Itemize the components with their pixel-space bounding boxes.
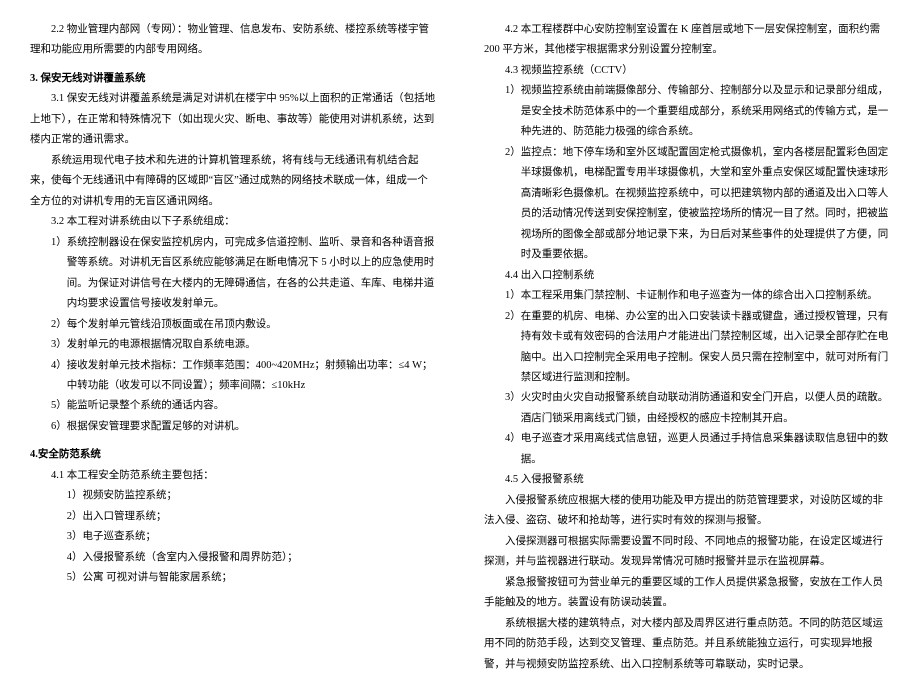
- list-item: 3）火灾时由火灾自动报警系统自动联动消防通道和安全门开启，以便人员的疏散。酒店门…: [484, 388, 890, 429]
- list-item: 6）根据保安管理要求配置足够的对讲机。: [30, 417, 436, 437]
- list-item: 5）公寓 可视对讲与智能家居系统；: [30, 568, 436, 588]
- left-column: 2.2 物业管理内部网（专网）：物业管理、信息发布、安防系统、楼控系统等楼宇管理…: [30, 20, 436, 675]
- heading-4-3: 4.3 视频监控系统（CCTV）: [484, 61, 890, 81]
- para-3-1: 3.1 保安无线对讲覆盖系统是满足对讲机在楼宇中 95%以上面积的正常通话（包括…: [30, 89, 436, 150]
- heading-3: 3. 保安无线对讲覆盖系统: [30, 69, 436, 89]
- list-item: 2）在重要的机房、电梯、办公室的出入口安装读卡器或键盘，通过授权管理，只有持有效…: [484, 307, 890, 389]
- list-item: 3）电子巡查系统；: [30, 527, 436, 547]
- para-2-2: 2.2 物业管理内部网（专网）：物业管理、信息发布、安防系统、楼控系统等楼宇管理…: [30, 20, 436, 61]
- para-4-5d: 系统根据大楼的建筑特点，对大楼内部及周界区进行重点防范。不同的防范区域运用不同的…: [484, 614, 890, 675]
- para-4-5c: 紧急报警按钮可为营业单元的重要区域的工作人员提供紧急报警，安放在工作人员手能触及…: [484, 573, 890, 614]
- heading-4-4: 4.4 出入口控制系统: [484, 266, 890, 286]
- list-item: 4）电子巡查才采用离线式信息钮，巡更人员通过手持信息采集器读取信息钮中的数据。: [484, 429, 890, 470]
- right-column: 4.2 本工程楼群中心安防控制室设置在 K 座首层或地下一层安保控制室，面积约需…: [484, 20, 890, 675]
- list-item: 1）视频监控系统由前端摄像部分、传输部分、控制部分以及显示和记录部分组成，是安全…: [484, 81, 890, 142]
- list-item: 5）能监听记录整个系统的通话内容。: [30, 396, 436, 416]
- heading-4: 4.安全防范系统: [30, 445, 436, 465]
- para-4-2: 4.2 本工程楼群中心安防控制室设置在 K 座首层或地下一层安保控制室，面积约需…: [484, 20, 890, 61]
- para-4-5b: 入侵探测器可根据实际需要设置不同时段、不同地点的报警功能，在设定区域进行探测，并…: [484, 532, 890, 573]
- list-item: 1）视频安防监控系统；: [30, 486, 436, 506]
- list-item: 1）系统控制器设在保安监控机房内，可完成多信道控制、监听、录音和各种语音报警等系…: [30, 233, 436, 315]
- para-3-3: 3.2 本工程对讲系统由以下子系统组成：: [30, 212, 436, 232]
- para-3-2: 系统运用现代电子技术和先进的计算机管理系统，将有线与无线通讯有机结合起来，使每个…: [30, 151, 436, 212]
- list-item: 1）本工程采用集门禁控制、卡证制作和电子巡查为一体的综合出入口控制系统。: [484, 286, 890, 306]
- heading-4-5: 4.5 入侵报警系统: [484, 470, 890, 490]
- para-4-5a: 入侵报警系统应根据大楼的使用功能及甲方提出的防范管理要求，对设防区域的非法入侵、…: [484, 491, 890, 532]
- list-item: 4）入侵报警系统（含室内入侵报警和周界防范）；: [30, 548, 436, 568]
- list-item: 4）接收发射单元技术指标：工作频率范围：400~420MHz；射频输出功率：≤4…: [30, 356, 436, 397]
- list-item: 2）出入口管理系统；: [30, 507, 436, 527]
- list-item: 3）发射单元的电源根据情况取自系统电源。: [30, 335, 436, 355]
- para-4-1: 4.1 本工程安全防范系统主要包括：: [30, 466, 436, 486]
- list-item: 2）监控点：地下停车场和室外区域配置固定枪式摄像机，室内各楼层配置彩色固定半球摄…: [484, 143, 890, 266]
- list-item: 2）每个发射单元管线沿顶板面或在吊顶内敷设。: [30, 315, 436, 335]
